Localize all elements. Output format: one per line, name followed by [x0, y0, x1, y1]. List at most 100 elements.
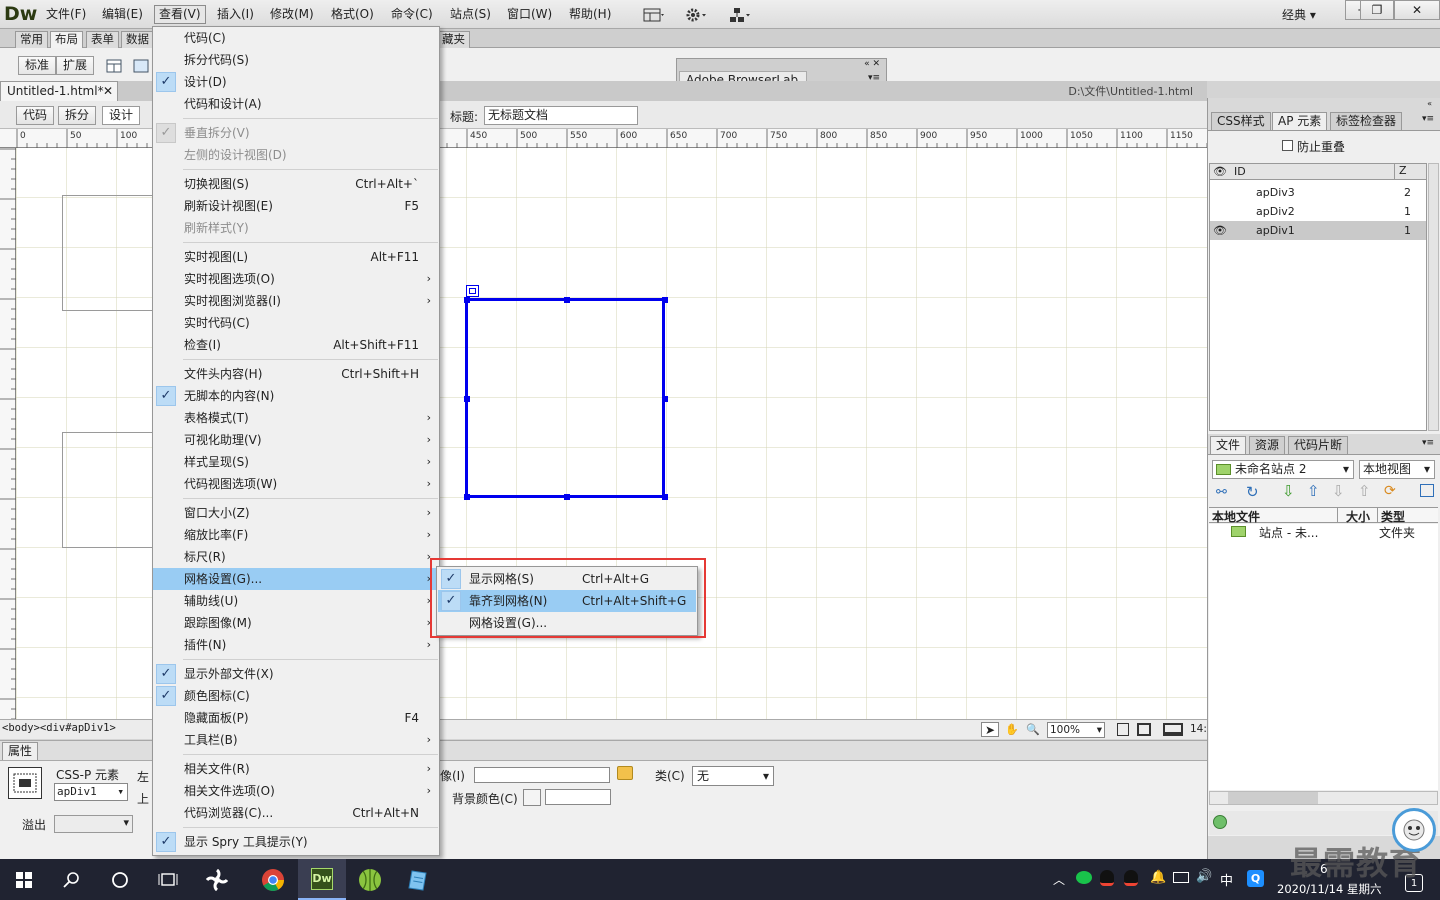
workspace-switcher[interactable]: 经典 ▾ [1282, 6, 1316, 23]
ap-row[interactable]: 👁 apDiv1 1 [1210, 221, 1426, 240]
resize-handle[interactable] [662, 297, 668, 303]
ap-div-2[interactable] [62, 432, 158, 548]
tab-files[interactable]: 文件 [1210, 436, 1247, 454]
tab-favorites[interactable]: 藏夹 [437, 31, 470, 48]
panel-menu-icon[interactable]: ▾≡ [1422, 438, 1434, 448]
view-menu-item[interactable]: 网格设置(G)... › [153, 568, 439, 590]
chrome-icon[interactable] [249, 859, 297, 900]
volume-icon[interactable]: 🔊 [1196, 869, 1212, 884]
tab-layout[interactable]: 布局 [50, 31, 83, 48]
hand-tool-icon[interactable]: ✋ [1003, 722, 1021, 737]
tab-snippets[interactable]: 代码片断 [1288, 436, 1349, 454]
dreamweaver-icon[interactable]: Dw [298, 859, 346, 900]
ap-div-3[interactable] [62, 195, 158, 311]
prevent-overlap-checkbox[interactable] [1282, 140, 1293, 151]
qq-icon[interactable] [1100, 870, 1114, 886]
gear-icon[interactable] [683, 6, 711, 24]
view-menu-item[interactable]: ✓ 设计(D) [153, 71, 439, 93]
design-view-button[interactable]: 设计 [102, 106, 141, 125]
wechat-icon[interactable] [1076, 871, 1092, 884]
menu-5[interactable]: 格式(O) [327, 5, 378, 24]
panel-controls[interactable]: « ✕ [864, 59, 880, 69]
connect-icon[interactable]: ⚯ [1216, 485, 1227, 500]
view-menu-item[interactable]: ✓ 无脚本的内容(N) [153, 385, 439, 407]
expanded-mode-button[interactable]: 扩展 [56, 56, 95, 75]
desktop-size-icon[interactable] [1163, 723, 1183, 736]
view-menu-item[interactable]: 标尺(R) › [153, 546, 439, 568]
get-files-icon[interactable]: ⇩ [1282, 482, 1295, 500]
view-select[interactable]: 本地视图 ▾ [1359, 460, 1435, 479]
folder-icon[interactable] [617, 766, 633, 780]
site-icon[interactable] [727, 6, 755, 24]
expand-icon[interactable] [1420, 484, 1434, 497]
class-select[interactable]: 无 ▾ [692, 766, 774, 786]
resize-handle[interactable] [662, 396, 668, 402]
refresh-icon[interactable]: ↻ [1246, 483, 1259, 501]
ap-row[interactable]: apDiv3 2 [1210, 183, 1426, 202]
ap-div-1-selected[interactable] [464, 297, 668, 500]
view-menu-item[interactable]: 代码(C) [153, 27, 439, 49]
ap-scrollbar[interactable] [1428, 163, 1439, 431]
resize-handle[interactable] [564, 494, 570, 500]
cortana-icon[interactable] [96, 859, 144, 900]
view-menu-item[interactable]: 相关文件(R) › [153, 758, 439, 780]
menu-7[interactable]: 站点(S) [446, 5, 495, 24]
files-h-scrollbar[interactable] [1209, 791, 1438, 805]
tab-css-styles[interactable]: CSS样式 [1211, 112, 1271, 130]
view-menu-item[interactable]: 实时视图选项(O) › [153, 268, 439, 290]
sync-icon[interactable]: ⟳ [1384, 483, 1396, 499]
standard-mode-button[interactable]: 标准 [18, 56, 57, 75]
tab-assets[interactable]: 资源 [1249, 436, 1286, 454]
view-menu-item[interactable]: 代码浏览器(C)... Ctrl+Alt+N [153, 802, 439, 824]
view-menu-item[interactable]: ✓ 显示外部文件(X) [153, 663, 439, 685]
zoom-tool-icon[interactable]: 🔍 [1024, 722, 1042, 737]
list-item[interactable]: 站点 - 未... 文件夹 [1209, 524, 1438, 540]
start-icon[interactable] [0, 859, 48, 900]
view-menu-item[interactable]: 跟踪图像(M) › [153, 612, 439, 634]
check-in-icon[interactable]: ⇧ [1358, 482, 1371, 500]
menu-8[interactable]: 窗口(W) [503, 5, 556, 24]
view-menu-item[interactable]: 工具栏(B) › [153, 729, 439, 751]
split-view-button[interactable]: 拆分 [58, 106, 97, 125]
view-menu-item[interactable]: 辅助线(U) › [153, 590, 439, 612]
ap-div-selection-tab[interactable] [466, 285, 479, 297]
table-icon[interactable] [104, 57, 124, 75]
view-menu-item[interactable]: 代码视图选项(W) › [153, 473, 439, 495]
close-tab-icon[interactable]: ✕ [103, 82, 113, 100]
qq-input-icon[interactable]: Q [1247, 870, 1264, 887]
tray-chevron-icon[interactable]: ︿ [1053, 871, 1065, 888]
menu-1[interactable]: 编辑(E) [98, 5, 147, 24]
restore-button[interactable]: ❐ [1360, 0, 1394, 20]
title-input[interactable]: 无标题文档 [484, 106, 638, 125]
menu-3[interactable]: 插入(I) [213, 5, 258, 24]
eye-icon[interactable]: 👁 [1213, 221, 1227, 240]
tab-common[interactable]: 常用 [15, 31, 48, 48]
tab-forms[interactable]: 表单 [86, 31, 119, 48]
resize-handle[interactable] [564, 297, 570, 303]
ball-icon[interactable] [346, 859, 394, 900]
view-menu-item[interactable]: ✓ 显示 Spry 工具提示(Y) [153, 831, 439, 853]
zoom-select[interactable]: 100% ▾ [1047, 722, 1105, 738]
resize-handle[interactable] [464, 396, 470, 402]
view-menu-item[interactable]: 拆分代码(S) [153, 49, 439, 71]
panel-menu-icon[interactable]: ▾≡ [1422, 114, 1434, 124]
ap-row[interactable]: apDiv2 1 [1210, 202, 1426, 221]
tablet-size-icon[interactable] [1137, 723, 1151, 736]
network-icon[interactable] [1173, 872, 1189, 883]
ime-indicator[interactable]: 中 [1220, 870, 1233, 889]
layout-icon[interactable] [640, 6, 668, 24]
bg-color-input[interactable] [545, 789, 611, 805]
view-menu-item[interactable]: 表格模式(T) › [153, 407, 439, 429]
notepad-icon[interactable] [395, 859, 443, 900]
tab-data[interactable]: 数据 [121, 31, 154, 48]
properties-tab[interactable]: 属性 [2, 742, 38, 760]
view-menu-item[interactable]: 隐藏面板(P) F4 [153, 707, 439, 729]
bg-image-input[interactable] [474, 767, 610, 783]
collapse-panels-icon[interactable]: « [1427, 99, 1432, 108]
element-id-select[interactable]: apDiv1 ▾ [54, 783, 128, 801]
view-menu-item[interactable]: 可视化助理(V) › [153, 429, 439, 451]
resize-handle[interactable] [662, 494, 668, 500]
div-icon[interactable] [131, 57, 151, 75]
tag-selector[interactable]: <body><div#apDiv1> [2, 722, 116, 734]
assistant-avatar[interactable] [1392, 808, 1436, 852]
